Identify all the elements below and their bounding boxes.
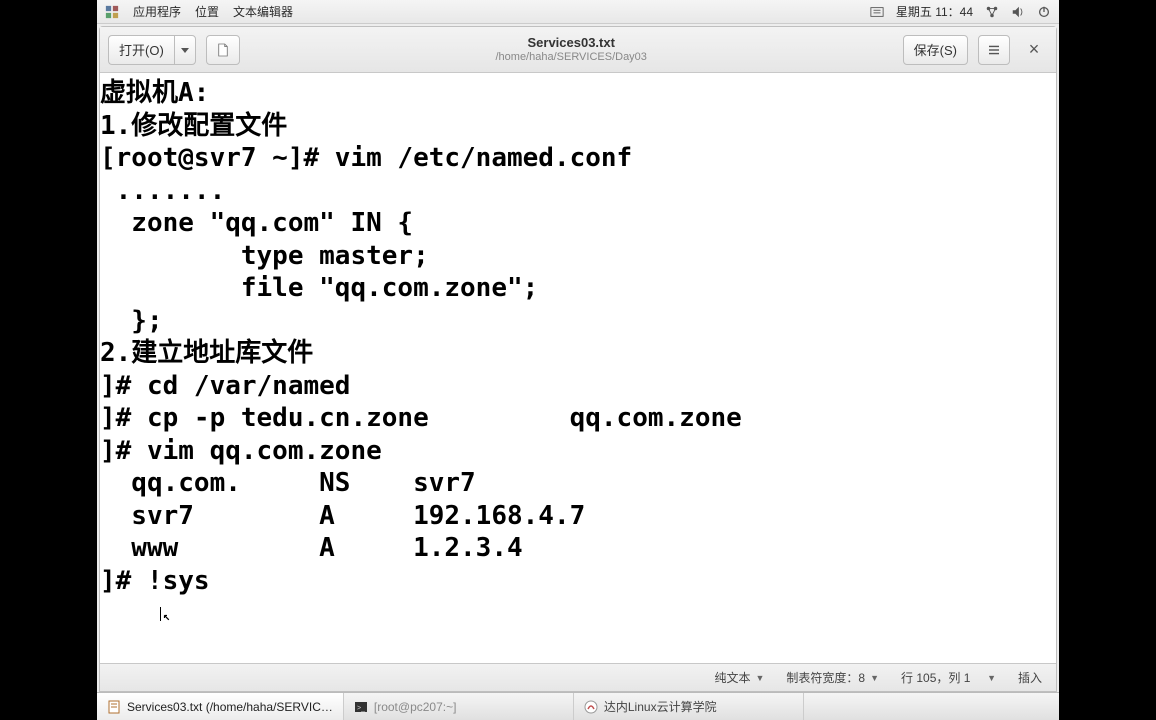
hamburger-button[interactable] xyxy=(978,35,1010,65)
task-item-terminal[interactable]: >_ [root@pc207:~] xyxy=(344,693,574,720)
panel-right: 星期五 11：44 xyxy=(870,3,1051,20)
hamburger-icon xyxy=(989,44,999,56)
task-item-browser[interactable]: 达内Linux云计算学院 xyxy=(574,693,804,720)
chevron-down-icon: ▼ xyxy=(870,673,879,683)
chevron-down-icon: ▼ xyxy=(755,673,764,683)
text-area[interactable]: 虚拟机A: 1.修改配置文件 [root@svr7 ~]# vim /etc/n… xyxy=(100,73,1056,663)
task-label: Services03.txt (/home/haha/SERVIC… xyxy=(127,700,333,714)
titlebar: 打开(O) Services03.txt /home/haha/SERVICES… xyxy=(100,27,1056,73)
menu-places[interactable]: 位置 xyxy=(195,3,219,20)
volume-icon[interactable] xyxy=(1011,5,1025,19)
task-item-editor[interactable]: Services03.txt (/home/haha/SERVIC… xyxy=(97,693,344,720)
document-icon xyxy=(217,42,229,58)
taskbar: Services03.txt (/home/haha/SERVIC… >_ [r… xyxy=(97,692,1059,720)
power-icon[interactable] xyxy=(1037,5,1051,19)
task-label: 达内Linux云计算学院 xyxy=(604,698,717,715)
menu-app-title[interactable]: 文本编辑器 xyxy=(233,3,293,20)
new-document-button[interactable] xyxy=(206,35,240,65)
activities-icon[interactable] xyxy=(105,5,119,19)
chevron-down-icon xyxy=(181,46,189,54)
input-method-icon[interactable] xyxy=(870,5,884,19)
editor-window: 打开(O) Services03.txt /home/haha/SERVICES… xyxy=(99,26,1057,692)
open-button-group: 打开(O) xyxy=(108,35,196,65)
panel-left: 应用程序 位置 文本编辑器 xyxy=(105,3,293,20)
save-button[interactable]: 保存(S) xyxy=(903,35,968,65)
network-icon[interactable] xyxy=(985,5,999,19)
status-mode: 插入 xyxy=(1018,669,1042,686)
svg-text:>_: >_ xyxy=(357,705,365,712)
file-path: /home/haha/SERVICES/Day03 xyxy=(250,51,893,64)
title-center: Services03.txt /home/haha/SERVICES/Day03 xyxy=(250,35,893,64)
clock-label[interactable]: 星期五 11：44 xyxy=(896,3,973,20)
terminal-icon: >_ xyxy=(354,700,368,714)
file-name: Services03.txt xyxy=(250,35,893,51)
open-dropdown[interactable] xyxy=(174,35,196,65)
top-panel: 应用程序 位置 文本编辑器 星期五 11：44 xyxy=(97,0,1059,24)
menu-applications[interactable]: 应用程序 xyxy=(133,3,181,20)
close-button[interactable]: × xyxy=(1020,36,1048,64)
status-language[interactable]: 纯文本▼ xyxy=(714,669,764,686)
browser-icon xyxy=(584,700,598,714)
open-button[interactable]: 打开(O) xyxy=(108,35,174,65)
text-editor-icon xyxy=(107,700,121,714)
status-position[interactable]: 行 105，列 1 ▼ xyxy=(901,669,996,686)
chevron-down-icon: ▼ xyxy=(987,673,996,683)
task-label: [root@pc207:~] xyxy=(374,700,457,714)
status-tab-width[interactable]: 制表符宽度：8▼ xyxy=(786,669,879,686)
close-icon: × xyxy=(1029,39,1040,60)
status-bar: 纯文本▼ 制表符宽度：8▼ 行 105，列 1 ▼ 插入 xyxy=(100,663,1056,691)
